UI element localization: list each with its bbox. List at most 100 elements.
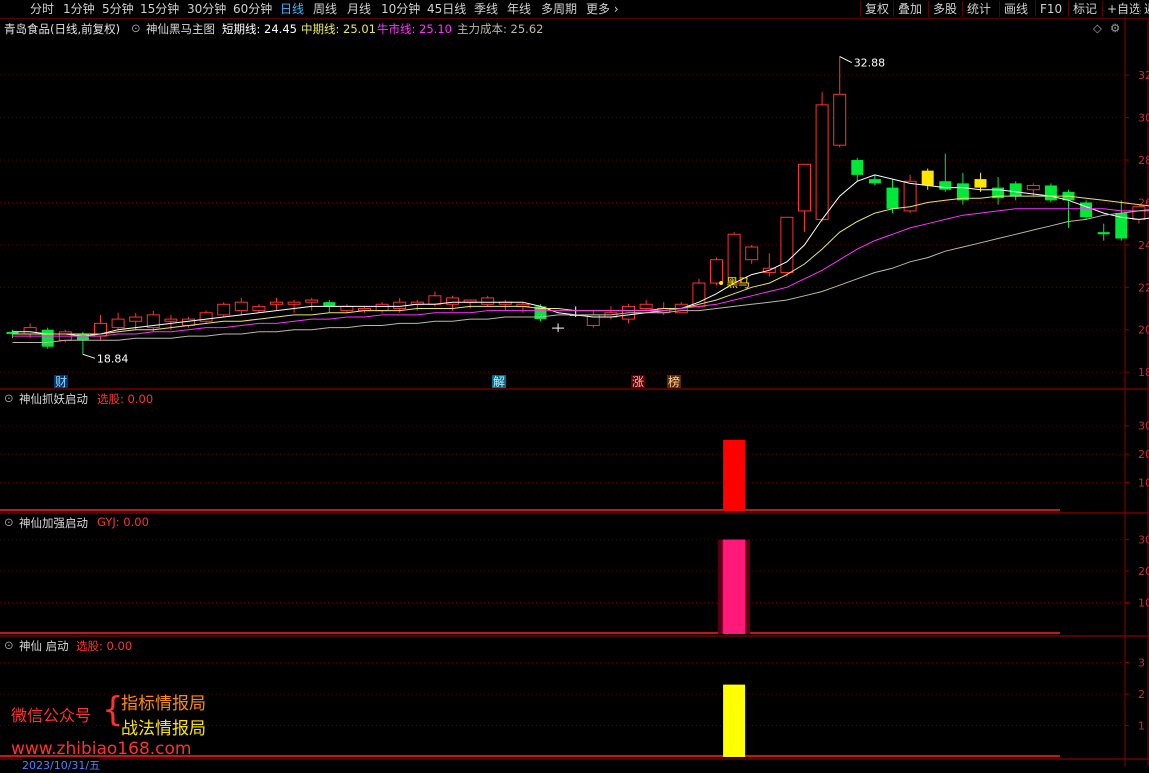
candle-body-24 (429, 296, 441, 304)
y-tick-label-0: 32 (1138, 69, 1149, 82)
candle-body-48 (851, 160, 863, 175)
candle-body-42 (746, 247, 758, 260)
toolbar-button-0[interactable]: 复权 (860, 1, 889, 17)
sub1-collapse-icon[interactable]: ⊙ (4, 391, 14, 405)
candle-body-62 (1098, 232, 1110, 234)
period-tab-14[interactable]: 更多 › (586, 1, 619, 17)
event-marker-3: 榜 (668, 374, 680, 389)
toolbar-button-5[interactable]: F10 (1035, 1, 1062, 17)
stock-title: 青岛食品(日线,前复权) (4, 21, 120, 37)
sub1-name: 神仙抓妖启动 (19, 391, 88, 407)
candle-body-47 (834, 94, 846, 145)
period-tab-0[interactable]: 分时 (30, 1, 54, 17)
candle-body-7 (130, 317, 142, 321)
short-line-label: 短期线: 24.45 (222, 21, 297, 37)
watermark-wechat: 微信公众号 (11, 702, 91, 726)
period-tab-1[interactable]: 1分钟 (63, 1, 95, 17)
candle-body-13 (235, 302, 247, 310)
sub3-name: 神仙 启动 (19, 638, 69, 654)
watermark-line1: 指标情报局 (121, 689, 206, 714)
candle-body-2 (42, 330, 54, 347)
period-tab-2[interactable]: 5分钟 (102, 1, 134, 17)
sub2-tick-label-2: 1 (1138, 720, 1145, 733)
candle-body-49 (869, 179, 881, 183)
candle-body-22 (394, 302, 406, 308)
sub3-collapse-icon[interactable]: ⊙ (4, 638, 14, 652)
period-tab-6[interactable]: 日线 (280, 1, 304, 17)
watermark-url: www.zhibiao168.com (11, 739, 191, 759)
period-tab-7[interactable]: 周线 (313, 1, 337, 17)
toolbar-button-4[interactable]: 画线 (999, 1, 1028, 17)
candle-body-57 (1010, 183, 1022, 196)
toolbar-button-7[interactable]: +自选 (1102, 1, 1141, 17)
sub0-tick-label-2: 10 (1138, 477, 1149, 490)
period-tab-13[interactable]: 多周期 (541, 1, 577, 17)
y-tick-label-5: 22 (1138, 281, 1149, 294)
indicator-name: 神仙黑马主图 (146, 21, 215, 37)
candle-body-9 (165, 319, 177, 321)
candle-body-40 (711, 260, 723, 283)
candle-body-19 (341, 306, 353, 310)
y-tick-label-6: 20 (1138, 324, 1149, 337)
signal-dot (719, 281, 723, 285)
collapse-icon[interactable]: ⊙ (131, 21, 141, 35)
toolbar-button-8[interactable]: 返 (1139, 1, 1149, 17)
ma-line-0 (13, 175, 1149, 336)
high-label: 32.88 (854, 57, 886, 70)
candle-body-12 (218, 304, 230, 315)
candle-body-16 (288, 302, 300, 304)
candle-body-4 (77, 334, 89, 340)
toolbar-button-6[interactable]: 标记 (1068, 1, 1097, 17)
candle-body-45 (799, 164, 811, 211)
candle-body-53 (939, 181, 951, 189)
bull-line-label: 牛市线: 25.10 (377, 21, 452, 37)
sub1-tick-label-1: 20 (1138, 565, 1149, 578)
sub2-value: GYJ: 0.00 (97, 515, 149, 529)
toolbar-button-3[interactable]: 统计 (962, 1, 991, 17)
sub2-collapse-icon[interactable]: ⊙ (4, 515, 14, 529)
y-tick-label-1: 30 (1138, 112, 1149, 125)
period-toolbar: 分时 1分钟 5分钟 15分钟 30分钟 60分钟日线周线月线 10分钟 45日线季线年线多周… (0, 0, 1149, 19)
sub0-tick-label-0: 30 (1138, 420, 1149, 433)
mid-line-label: 中期线: 25.01 (301, 21, 376, 37)
candle-body-21 (376, 304, 388, 310)
y-tick-label-4: 24 (1138, 239, 1149, 252)
toolbar-button-2[interactable]: 多股 (928, 1, 957, 17)
ma-line-1 (13, 196, 1149, 334)
period-tab-11[interactable]: 季线 (474, 1, 498, 17)
period-tab-10[interactable]: 45日线 (427, 1, 466, 17)
period-tab-4[interactable]: 30分钟 (187, 1, 226, 17)
candle-body-27 (482, 298, 494, 304)
y-tick-label-2: 28 (1138, 154, 1149, 167)
bottom-date: 2023/10/31/五 (22, 757, 100, 773)
signal-label: 黑马 (726, 276, 750, 290)
candle-body-31 (552, 328, 564, 329)
diamond-icon[interactable]: ◇ (1093, 21, 1102, 35)
chart-area: 323028262422201830201030201032132.8818.8… (0, 19, 1149, 766)
candle-body-18 (323, 302, 335, 306)
candle-body-64 (1133, 207, 1145, 220)
period-tab-12[interactable]: 年线 (507, 1, 531, 17)
ma-line-2 (13, 209, 1149, 336)
sub2-name: 神仙加强启动 (19, 515, 88, 531)
y-tick-label-7: 18 (1138, 366, 1149, 379)
candle-body-17 (306, 300, 318, 302)
sub1-tick-label-0: 30 (1138, 534, 1149, 547)
sub0-tick-label-1: 20 (1138, 448, 1149, 461)
period-tab-5[interactable]: 60分钟 (233, 1, 272, 17)
candle-body-15 (271, 302, 283, 304)
sub1-tick-label-2: 10 (1138, 597, 1149, 610)
sub0-bar (723, 440, 745, 511)
candle-body-58 (1027, 185, 1039, 189)
main-cost-label: 主力成本: 25.62 (457, 21, 543, 37)
period-tab-9[interactable]: 10分钟 (381, 1, 420, 17)
low-arrow (83, 354, 95, 358)
event-marker-0: 财 (55, 375, 67, 389)
toolbar-button-1[interactable]: 叠加 (893, 1, 922, 17)
candle-body-52 (922, 171, 934, 186)
period-tab-3[interactable]: 15分钟 (140, 1, 179, 17)
period-tab-8[interactable]: 月线 (347, 1, 371, 17)
settings-icon[interactable]: ⚙ (1110, 21, 1120, 35)
candle-body-50 (887, 188, 899, 209)
candle-body-14 (253, 306, 265, 310)
